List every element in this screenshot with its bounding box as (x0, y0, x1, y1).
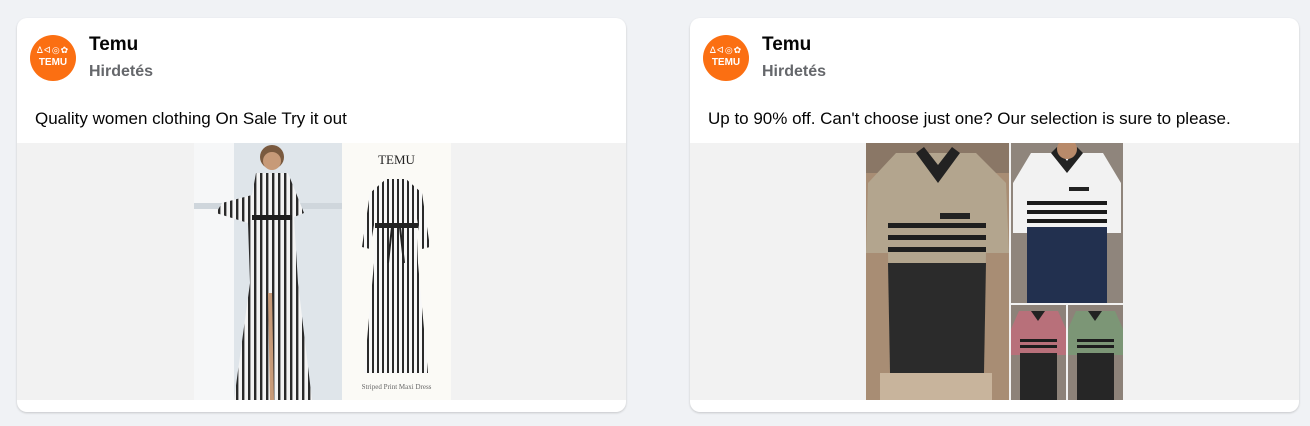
sponsored-label: Hirdetés (762, 63, 827, 80)
sponsored-label: Hirdetés (89, 63, 154, 80)
ad-media[interactable]: TEMU Striped Print Maxi Dress (17, 143, 626, 400)
advertiser-avatar[interactable]: ᐃᐊ◎✿ TEMU (30, 35, 76, 81)
ad-post-card-1: ᐃᐊ◎✿ TEMU Temu Hirdetés Quality women cl… (17, 18, 626, 412)
post-caption: Up to 90% off. Can't choose just one? Ou… (708, 109, 1231, 128)
logo-glyphs: ᐃᐊ◎✿ (36, 45, 70, 55)
model-photo-dress (194, 143, 342, 400)
product-photo-dress: TEMU Striped Print Maxi Dress (342, 143, 451, 400)
post-caption: Quality women clothing On Sale Try it ou… (35, 109, 347, 128)
product-caption: Striped Print Maxi Dress (361, 383, 432, 391)
logo-brand: TEMU (711, 57, 741, 68)
feed-divider (645, 0, 673, 426)
photo-polo-white-navy (1011, 143, 1123, 303)
ad-media[interactable] (690, 143, 1299, 400)
logo-brand: TEMU (38, 57, 68, 68)
photo-polo-green (1068, 305, 1123, 400)
logo-glyphs: ᐃᐊ◎✿ (709, 45, 743, 55)
advertiser-name[interactable]: Temu (762, 34, 811, 56)
photo-polo-tan (866, 143, 1009, 400)
photo-polo-pink (1011, 305, 1066, 400)
advertiser-avatar[interactable]: ᐃᐊ◎✿ TEMU (703, 35, 749, 81)
advertiser-name[interactable]: Temu (89, 34, 138, 56)
ad-post-card-2: ᐃᐊ◎✿ TEMU Temu Hirdetés Up to 90% off. C… (690, 18, 1299, 412)
